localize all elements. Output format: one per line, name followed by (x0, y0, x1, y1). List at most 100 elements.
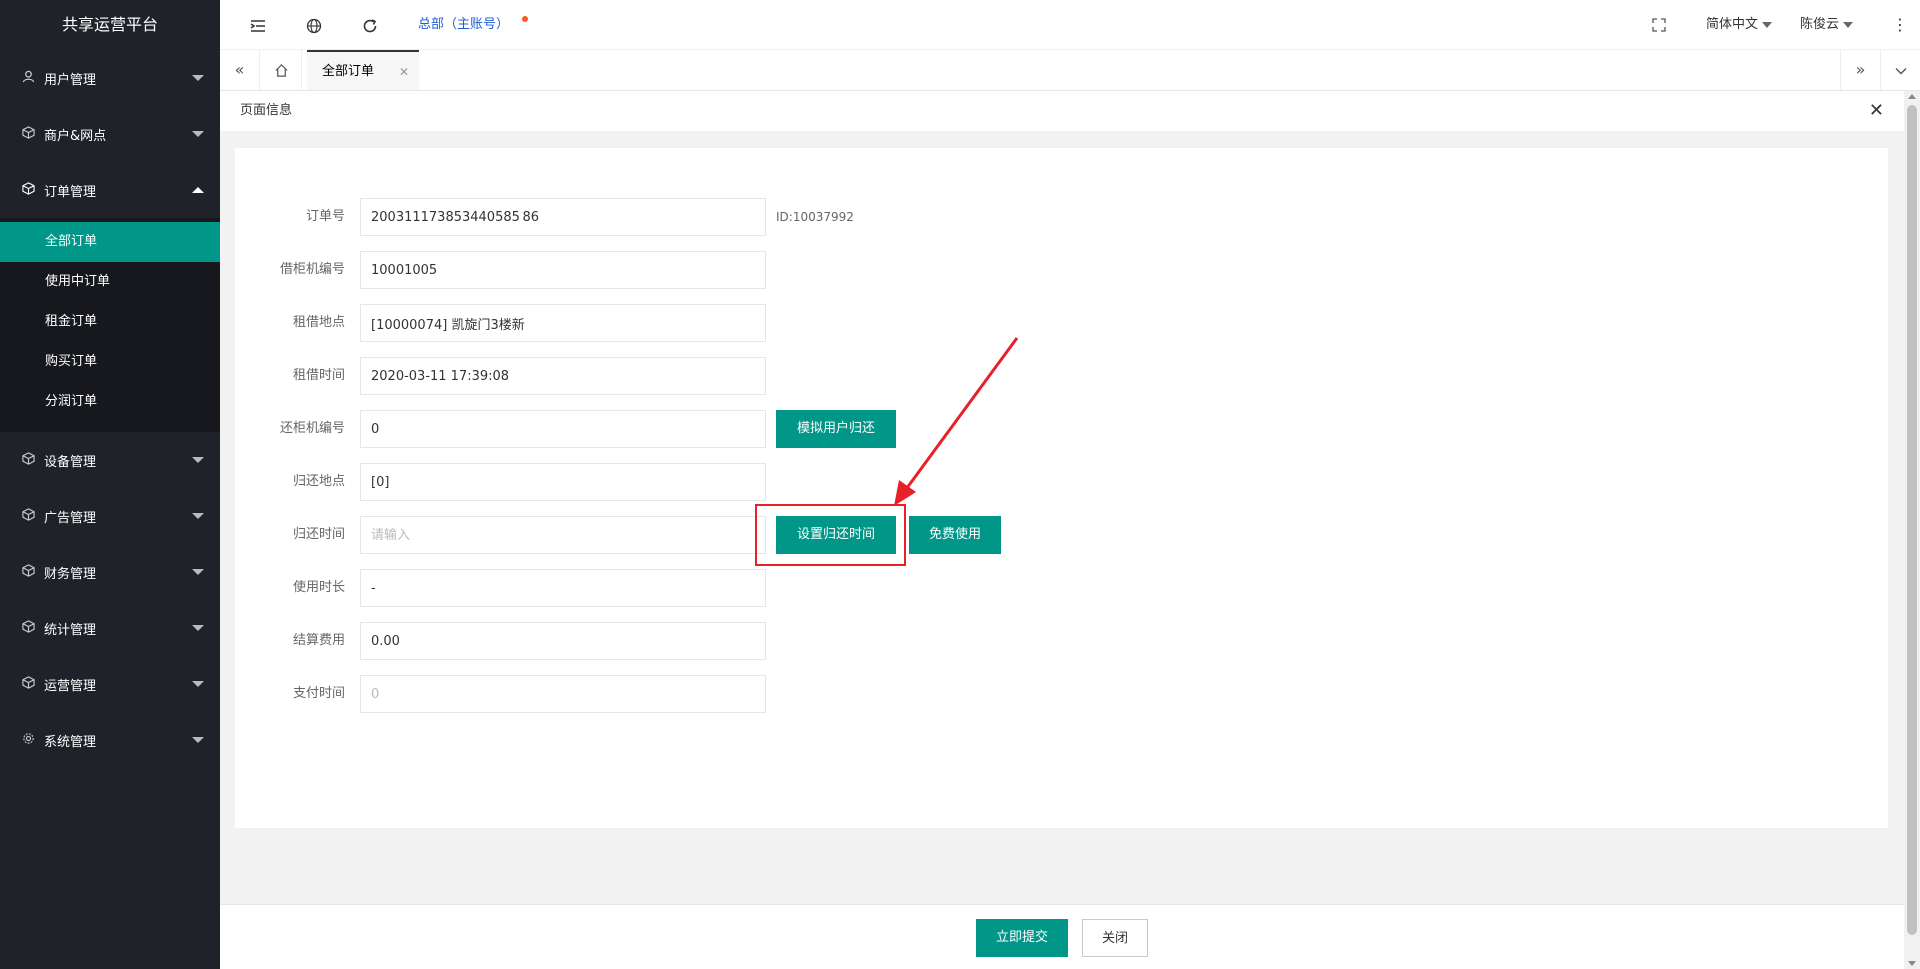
nav-group-label: 订单管理 (44, 184, 97, 200)
caret-down-icon (192, 131, 204, 137)
pay-time-input[interactable] (360, 675, 766, 713)
form-row-return-time: 归还时间 设置归还时间 免费使用 (235, 516, 1035, 554)
fullscreen-icon[interactable] (1652, 0, 1666, 50)
field-label: 归还地点 (292, 474, 345, 489)
nav-group-statistics[interactable]: 统计管理 (0, 600, 220, 656)
scrollbar[interactable] (1904, 91, 1920, 969)
notification-dot (522, 16, 528, 22)
nav-group-label: 统计管理 (44, 622, 97, 638)
close-button[interactable]: 关闭 (1082, 919, 1148, 957)
return-time-input[interactable] (360, 516, 766, 554)
cube-icon (20, 675, 36, 693)
cube-icon (20, 451, 36, 469)
simulate-return-button[interactable]: 模拟用户归还 (776, 410, 896, 448)
cube-icon (20, 563, 36, 581)
language-label: 简体中文 (1706, 17, 1759, 32)
order-form-card: 订单号 ID:10037992 借柜机编号 租借地点 租借时间 还柜机编号 模拟… (235, 148, 1888, 828)
field-label: 借柜机编号 (279, 262, 345, 277)
tab-label: 全部订单 (322, 64, 375, 79)
page-title: 页面信息 (240, 103, 293, 118)
nav-group-devices[interactable]: 设备管理 (0, 432, 220, 488)
sidebar-item-all-orders[interactable]: 全部订单 (0, 222, 220, 262)
nav-group-label: 运营管理 (44, 678, 97, 694)
scroll-thumb[interactable] (1907, 105, 1917, 935)
gear-icon (20, 732, 36, 749)
scroll-up-icon[interactable] (1908, 94, 1916, 99)
nav-group-merchants[interactable]: 商户&网点 (0, 106, 220, 162)
cube-icon (20, 125, 36, 143)
page-header: 页面信息 ✕ (220, 91, 1904, 131)
field-label: 租借时间 (292, 368, 345, 383)
user-menu[interactable]: 陈俊云 (1800, 0, 1854, 50)
nav-group-label: 用户管理 (44, 72, 97, 88)
fee-input[interactable] (360, 622, 766, 660)
field-label: 订单号 (305, 209, 345, 224)
tab-all-orders[interactable]: 全部订单 ✕ (307, 50, 419, 90)
caret-down-icon (192, 513, 204, 519)
return-machine-input[interactable] (360, 410, 766, 448)
duration-input[interactable] (360, 569, 766, 607)
cube-icon (20, 181, 36, 199)
sidebar-item-profit-orders[interactable]: 分润订单 (0, 382, 220, 422)
sidebar-item-purchase-orders[interactable]: 购买订单 (0, 342, 220, 382)
borrow-time-input[interactable] (360, 357, 766, 395)
app-logo: 共享运营平台 (0, 0, 220, 50)
nav-group-users[interactable]: 用户管理 (0, 50, 220, 106)
nav-group-ads[interactable]: 广告管理 (0, 488, 220, 544)
submit-button[interactable]: 立即提交 (976, 919, 1068, 957)
caret-down-icon (192, 569, 204, 575)
orders-submenu: 全部订单 使用中订单 租金订单 购买订单 分润订单 (0, 218, 220, 432)
field-label: 租借地点 (292, 315, 345, 330)
caret-down-icon (192, 681, 204, 687)
borrow-location-input[interactable] (360, 304, 766, 342)
tab-scroll-left-icon[interactable]: « (220, 50, 260, 90)
cube-icon (20, 619, 36, 637)
field-label: 支付时间 (292, 686, 345, 701)
nav-group-system[interactable]: 系统管理 (0, 712, 220, 768)
language-select[interactable]: 简体中文 (1706, 0, 1773, 50)
sidebar: 共享运营平台 用户管理 商户&网点 订单管理 全部订单 使用中订单 租金订单 购… (0, 0, 220, 969)
scroll-down-icon[interactable] (1908, 961, 1916, 966)
nav-group-label: 系统管理 (44, 734, 97, 750)
field-label: 归还时间 (292, 527, 345, 542)
close-icon[interactable]: ✕ (399, 52, 409, 92)
nav-group-label: 广告管理 (44, 510, 97, 526)
form-footer: 立即提交 关闭 (220, 904, 1904, 969)
caret-down-icon (1843, 21, 1854, 28)
sidebar-item-rent-orders[interactable]: 租金订单 (0, 302, 220, 342)
menu-fold-icon[interactable] (250, 0, 266, 50)
chevron-down-icon[interactable] (1880, 50, 1920, 90)
caret-down-icon (1762, 21, 1773, 28)
return-location-input[interactable] (360, 463, 766, 501)
caret-down-icon (192, 625, 204, 631)
caret-down-icon (192, 457, 204, 463)
field-label: 使用时长 (292, 580, 345, 595)
globe-icon[interactable] (306, 0, 322, 50)
nav-group-operations[interactable]: 运营管理 (0, 656, 220, 712)
tab-scroll-right-icon[interactable]: » (1840, 50, 1880, 90)
refresh-icon[interactable] (362, 0, 378, 50)
free-use-button[interactable]: 免费使用 (909, 516, 1001, 554)
nav-group-finance[interactable]: 财务管理 (0, 544, 220, 600)
annotation-arrow (894, 337, 1019, 506)
field-label: 结算费用 (292, 633, 345, 648)
nav-group-label: 商户&网点 (44, 128, 107, 144)
tab-bar: « 全部订单 ✕ » (220, 50, 1920, 91)
user-name: 陈俊云 (1800, 17, 1840, 32)
nav-group-label: 财务管理 (44, 566, 97, 582)
cube-icon (20, 507, 36, 525)
more-vertical-icon[interactable]: ⋮ (1892, 0, 1908, 50)
order-no-input[interactable] (360, 198, 766, 236)
account-switch-link[interactable]: 总部（主账号） (418, 0, 509, 50)
close-icon[interactable]: ✕ (1869, 91, 1884, 131)
caret-down-icon (192, 75, 204, 81)
order-id-text: ID:10037992 (776, 210, 854, 224)
home-icon[interactable] (262, 50, 302, 90)
nav-group-orders[interactable]: 订单管理 (0, 162, 220, 218)
caret-up-icon (192, 187, 204, 193)
borrow-machine-input[interactable] (360, 251, 766, 289)
nav-group-label: 设备管理 (44, 454, 97, 470)
annotation-highlight-box (755, 504, 906, 566)
sidebar-item-active-orders[interactable]: 使用中订单 (0, 262, 220, 302)
caret-down-icon (192, 737, 204, 743)
